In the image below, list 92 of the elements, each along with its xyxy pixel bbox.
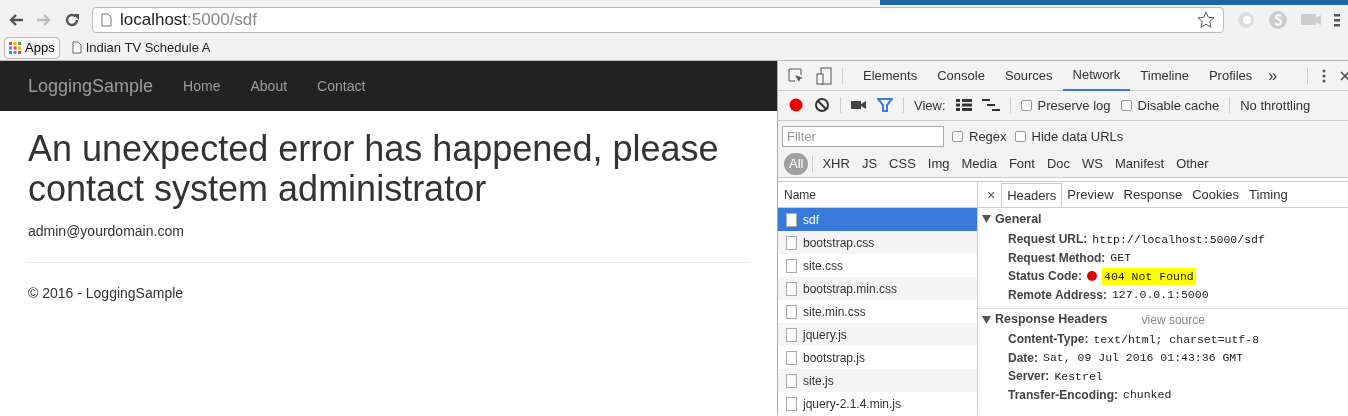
view-label: View: (914, 96, 946, 115)
type-filter-button[interactable]: Doc (1041, 152, 1076, 175)
checkbox[interactable]: Preserve log (1020, 95, 1111, 116)
file-icon (786, 304, 797, 319)
back-icon[interactable] (8, 13, 24, 27)
file-icon (786, 235, 797, 250)
detail-tab[interactable]: Timing (1244, 183, 1293, 207)
checkbox[interactable]: Regex (952, 127, 1007, 147)
devtools-tab[interactable]: Sources (994, 60, 1063, 91)
type-filter-button[interactable]: JS (856, 152, 883, 175)
request-row[interactable]: site.js (778, 369, 977, 392)
filter-icon[interactable] (877, 98, 893, 113)
type-filter-button[interactable]: WS (1077, 152, 1108, 175)
section-title[interactable]: General (995, 209, 1042, 229)
header-name: Remote Address: (1008, 286, 1107, 304)
header-value: GET (1110, 250, 1132, 267)
error-heading: An unexpected error has happened, please contact system administrator (28, 129, 720, 209)
disclosure-icon[interactable] (982, 315, 991, 324)
devtools-tab[interactable]: Profiles (1198, 60, 1263, 91)
device-icon[interactable] (816, 66, 832, 85)
nav-link[interactable]: Contact (317, 75, 366, 97)
type-filter-button[interactable]: Other (1171, 152, 1214, 175)
header-value: Sat, 09 Jul 2016 01:43:36 GMT (1043, 350, 1244, 367)
type-filter-button[interactable]: Manifest (1110, 152, 1170, 175)
clear-icon[interactable] (814, 97, 830, 114)
inspect-icon[interactable] (788, 67, 804, 84)
header-value: 127.0.0.1:5000 (1111, 287, 1209, 304)
detail-tab[interactable]: Headers (1001, 183, 1063, 207)
header-name: Request Method: (1008, 249, 1106, 267)
detail-tab[interactable]: Response (1118, 183, 1188, 207)
header-name: Status Code: (1008, 268, 1082, 286)
request-row[interactable]: jquery.js (778, 323, 977, 346)
url-text: localhost:5000/sdf (120, 9, 258, 32)
menu-icon[interactable] (1334, 12, 1340, 28)
video-camera-icon[interactable] (851, 99, 867, 112)
file-icon (786, 350, 797, 365)
type-filter-button[interactable]: XHR (817, 152, 855, 175)
devtools-tab[interactable]: Elements (853, 60, 928, 91)
file-icon (786, 373, 797, 388)
header-name: Request URL: (1008, 231, 1088, 249)
header-name: Content-Type: (1008, 331, 1089, 349)
checkbox[interactable]: Disable cache (1120, 95, 1220, 116)
brand-link[interactable]: LoggingSample (28, 72, 154, 100)
header-name: Transfer-Encoding: (1008, 386, 1118, 404)
file-icon (786, 396, 797, 411)
header-name: Server: (1008, 368, 1050, 386)
header-value: http://localhost:5000/sdf (1092, 231, 1265, 248)
header-name: Date: (1008, 349, 1038, 367)
grid-icon (9, 41, 21, 54)
disclosure-icon[interactable] (982, 215, 991, 223)
type-filter-button[interactable]: Font (1003, 152, 1040, 175)
page-icon (101, 13, 112, 27)
checkbox[interactable]: Hide data URLs (1014, 127, 1124, 147)
apps-button[interactable]: Apps (4, 36, 60, 59)
close-icon[interactable] (1340, 70, 1348, 81)
more-tabs-button[interactable]: » (1262, 63, 1284, 88)
file-icon (786, 281, 797, 296)
type-filter-button[interactable]: Img (922, 152, 955, 175)
file-icon (786, 327, 797, 342)
header-value: Kestrel (1054, 368, 1103, 385)
file-icon (786, 258, 797, 273)
nav-link[interactable]: Home (183, 75, 221, 97)
request-row[interactable]: sdf (778, 208, 977, 231)
email-text: admin@yourdomain.com (28, 222, 185, 241)
waterfall-view-icon[interactable] (981, 99, 1000, 112)
reload-icon[interactable] (64, 12, 80, 28)
header-value: chunked (1123, 387, 1172, 404)
header-value: 404 Not Found (1102, 267, 1196, 285)
filter-field[interactable]: Filter (782, 126, 944, 148)
nav-link[interactable]: About (250, 75, 288, 97)
star-icon[interactable] (1197, 11, 1215, 29)
request-row[interactable]: bootstrap.min.css (778, 277, 977, 300)
header-value: text/html; charset=utf-8 (1093, 331, 1260, 348)
detail-tab[interactable]: Preview (1062, 183, 1119, 207)
kebab-menu-icon[interactable] (1322, 68, 1326, 83)
devtools-tab[interactable]: Timeline (1130, 60, 1199, 91)
type-filter-button[interactable]: Media (956, 152, 1002, 175)
list-view-icon[interactable] (955, 99, 972, 112)
devtools-tab[interactable]: Console (927, 60, 995, 91)
footer-text: © 2016 - LoggingSample (28, 284, 185, 303)
section-title[interactable]: Response Headers (995, 310, 1108, 329)
record-icon[interactable] (788, 97, 804, 114)
type-filter-button[interactable]: CSS (884, 152, 921, 175)
view-source-link[interactable]: view source (1141, 310, 1205, 329)
bookmark-link[interactable]: Indian TV Schedule A (71, 37, 211, 58)
file-icon (786, 212, 797, 227)
page-icon (71, 41, 82, 54)
detail-tab[interactable]: Cookies (1187, 183, 1245, 207)
address-bar[interactable]: localhost:5000/sdf (92, 7, 1224, 33)
throttling-select[interactable]: No throttling (1240, 95, 1311, 116)
close-button[interactable]: × (984, 183, 999, 207)
request-row[interactable]: bootstrap.css (778, 231, 977, 254)
